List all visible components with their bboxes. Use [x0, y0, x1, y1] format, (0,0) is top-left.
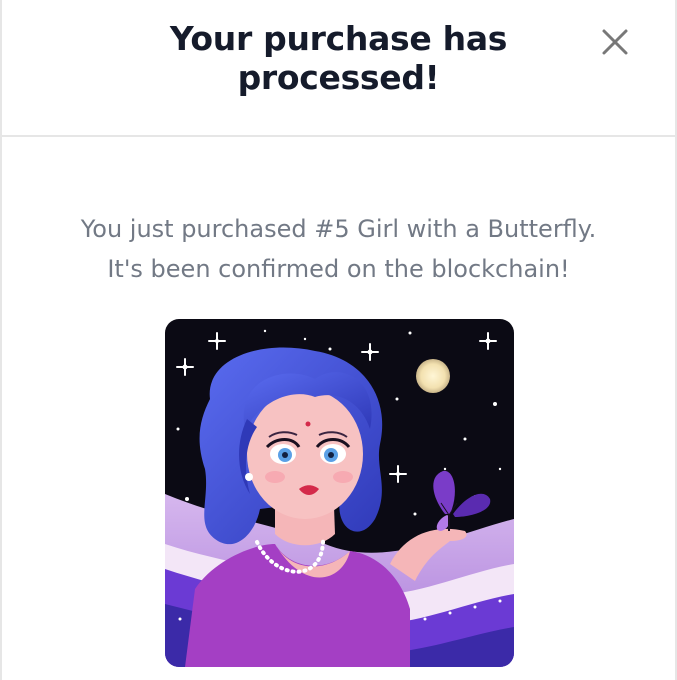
- close-icon: [602, 29, 628, 55]
- message-line-2: It's been confirmed on the blockchain!: [107, 255, 570, 283]
- nft-artwork-image: [165, 319, 514, 667]
- modal-title: Your purchase has processed!: [169, 19, 508, 97]
- modal-body: You just purchased #5 Girl with a Butter…: [0, 137, 677, 680]
- girl-with-butterfly-illustration: [165, 319, 514, 667]
- close-button[interactable]: [595, 22, 635, 62]
- purchase-confirmation-modal: Your purchase has processed! You just pu…: [0, 0, 677, 680]
- purchase-message: You just purchased #5 Girl with a Butter…: [2, 209, 675, 289]
- modal-header: Your purchase has processed!: [0, 0, 677, 137]
- message-line-1: You just purchased #5 Girl with a Butter…: [80, 215, 597, 243]
